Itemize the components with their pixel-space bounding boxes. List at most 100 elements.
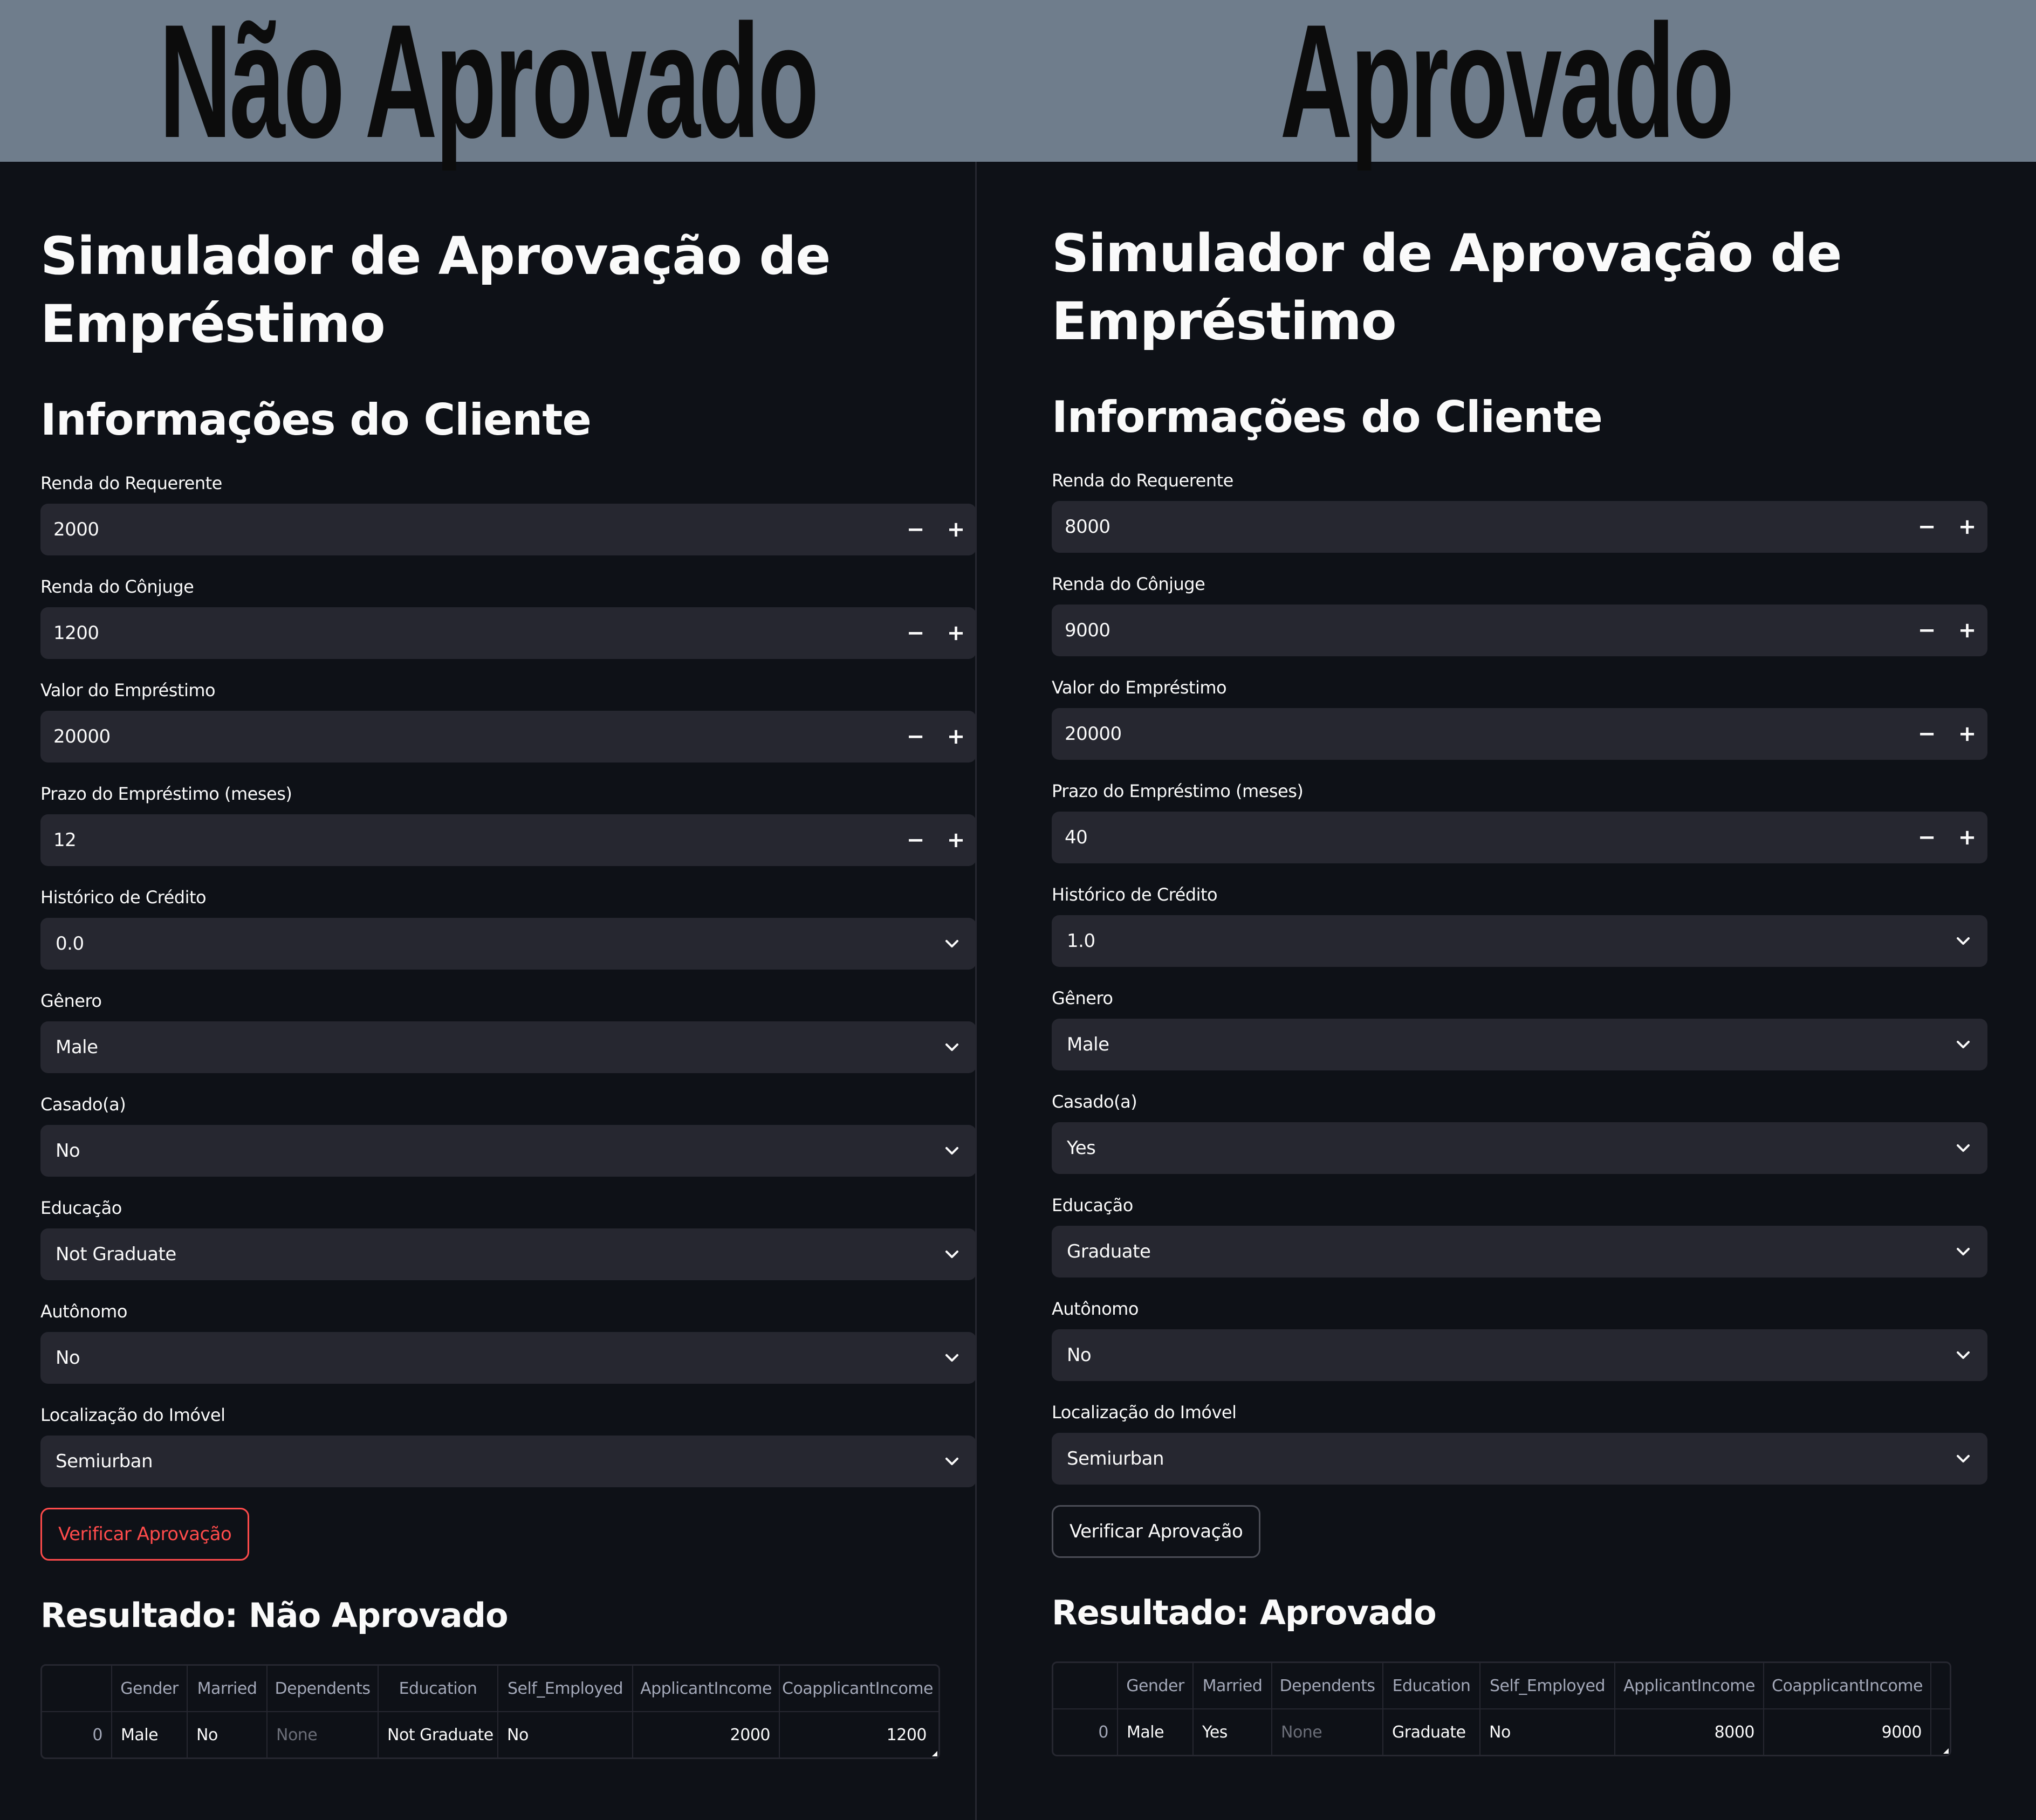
column-header[interactable]: Gender (112, 1666, 188, 1711)
resize-handle-icon[interactable] (932, 1751, 937, 1756)
coapplicant-income-input[interactable]: 1200 − + (40, 607, 976, 659)
chevron-down-icon[interactable] (1939, 1433, 1987, 1485)
loan-amount-input[interactable]: 20000 − + (40, 711, 976, 763)
credit-history-select[interactable]: 0.0 (40, 918, 976, 970)
chevron-down-icon[interactable] (928, 1125, 976, 1177)
field-value[interactable]: 20000 (1052, 723, 1907, 745)
verify-approval-button[interactable]: Verificar Aprovação (1052, 1505, 1261, 1558)
field-value[interactable]: 40 (1052, 827, 1907, 848)
loan-term-input[interactable]: 12 − + (40, 814, 976, 866)
selected-value[interactable]: Semiurban (1052, 1448, 1939, 1469)
field-label: Autônomo (1052, 1299, 1139, 1319)
selected-value[interactable]: Not Graduate (40, 1244, 928, 1265)
row-index: 0 (1053, 1709, 1118, 1755)
increment-button[interactable]: + (936, 607, 976, 659)
self-employed-select[interactable]: No (40, 1332, 976, 1384)
chevron-down-icon[interactable] (928, 1332, 976, 1384)
decrement-button[interactable]: − (1907, 501, 1947, 553)
result-dataframe[interactable]: Gender Married Dependents Education Self… (1052, 1661, 1951, 1756)
section-title: Informações do Cliente (1052, 392, 1603, 442)
panel-approved: Simulador de Aprovação de Empréstimo Inf… (1052, 159, 1987, 1756)
decrement-button[interactable]: − (895, 711, 936, 763)
table-cell: No (188, 1712, 268, 1757)
credit-history-select[interactable]: 1.0 (1052, 915, 1987, 967)
chevron-down-icon[interactable] (928, 1228, 976, 1280)
field-label: Prazo do Empréstimo (meses) (40, 784, 292, 804)
increment-button[interactable]: + (936, 711, 976, 763)
loan-term-input[interactable]: 40 − + (1052, 812, 1987, 863)
decrement-button[interactable]: − (1907, 605, 1947, 656)
table-cell: None (268, 1712, 379, 1757)
field-value[interactable]: 12 (40, 829, 895, 851)
table-row[interactable]: 0 Male Yes None Graduate No 8000 9000 (1053, 1709, 1950, 1755)
selected-value[interactable]: Semiurban (40, 1451, 928, 1472)
column-header[interactable]: Dependents (1272, 1663, 1383, 1708)
column-header[interactable]: CoapplicantIncome (780, 1666, 935, 1711)
chevron-down-icon[interactable] (1939, 1122, 1987, 1174)
chevron-down-icon[interactable] (928, 1436, 976, 1487)
column-header[interactable]: Education (1383, 1663, 1480, 1708)
married-select[interactable]: Yes (1052, 1122, 1987, 1174)
column-header[interactable]: CoapplicantIncome (1764, 1663, 1931, 1708)
loan-amount-input[interactable]: 20000 − + (1052, 708, 1987, 760)
property-area-select[interactable]: Semiurban (1052, 1433, 1987, 1485)
chevron-down-icon[interactable] (1939, 1329, 1987, 1381)
increment-button[interactable]: + (1947, 812, 1987, 863)
section-title: Informações do Cliente (40, 395, 592, 445)
field-value[interactable]: 9000 (1052, 620, 1907, 641)
selected-value[interactable]: No (1052, 1344, 1939, 1366)
decrement-button[interactable]: − (895, 504, 936, 555)
result-dataframe[interactable]: Gender Married Dependents Education Self… (40, 1664, 940, 1759)
field-value[interactable]: 1200 (40, 622, 895, 644)
increment-button[interactable]: + (1947, 605, 1987, 656)
decrement-button[interactable]: − (895, 607, 936, 659)
self-employed-select[interactable]: No (1052, 1329, 1987, 1381)
selected-value[interactable]: 1.0 (1052, 930, 1939, 952)
gender-select[interactable]: Male (40, 1021, 976, 1073)
table-row[interactable]: 0 Male No None Not Graduate No 2000 1200 (42, 1712, 938, 1757)
column-header[interactable]: Married (1194, 1663, 1272, 1708)
column-header[interactable]: ApplicantIncome (633, 1666, 780, 1711)
column-header[interactable]: Self_Employed (1480, 1663, 1615, 1708)
increment-button[interactable]: + (936, 504, 976, 555)
chevron-down-icon[interactable] (1939, 915, 1987, 967)
chevron-down-icon[interactable] (928, 1021, 976, 1073)
column-header[interactable]: ApplicantIncome (1615, 1663, 1764, 1708)
field-applicant-income: Renda do Requerente 2000 − + (40, 472, 976, 555)
selected-value[interactable]: Male (40, 1036, 928, 1058)
resize-handle-icon[interactable] (1943, 1748, 1949, 1754)
chevron-down-icon[interactable] (928, 918, 976, 970)
increment-button[interactable]: + (936, 814, 976, 866)
education-select[interactable]: Graduate (1052, 1226, 1987, 1278)
field-education: Educação Not Graduate (40, 1197, 976, 1280)
column-header[interactable]: Married (188, 1666, 268, 1711)
selected-value[interactable]: No (40, 1347, 928, 1369)
decrement-button[interactable]: − (895, 814, 936, 866)
column-header[interactable]: Education (379, 1666, 498, 1711)
married-select[interactable]: No (40, 1125, 976, 1177)
field-value[interactable]: 2000 (40, 519, 895, 540)
education-select[interactable]: Not Graduate (40, 1228, 976, 1280)
column-header[interactable]: Dependents (268, 1666, 379, 1711)
decrement-button[interactable]: − (1907, 708, 1947, 760)
column-header[interactable]: Self_Employed (498, 1666, 633, 1711)
gender-select[interactable]: Male (1052, 1019, 1987, 1070)
coapplicant-income-input[interactable]: 9000 − + (1052, 605, 1987, 656)
chevron-down-icon[interactable] (1939, 1019, 1987, 1070)
verify-approval-button[interactable]: Verificar Aprovação (40, 1508, 250, 1561)
selected-value[interactable]: 0.0 (40, 933, 928, 954)
selected-value[interactable]: Graduate (1052, 1241, 1939, 1262)
increment-button[interactable]: + (1947, 708, 1987, 760)
property-area-select[interactable]: Semiurban (40, 1436, 976, 1487)
decrement-button[interactable]: − (1907, 812, 1947, 863)
increment-button[interactable]: + (1947, 501, 1987, 553)
applicant-income-input[interactable]: 2000 − + (40, 504, 976, 555)
chevron-down-icon[interactable] (1939, 1226, 1987, 1278)
field-value[interactable]: 20000 (40, 726, 895, 747)
selected-value[interactable]: Yes (1052, 1137, 1939, 1159)
applicant-income-input[interactable]: 8000 − + (1052, 501, 1987, 553)
selected-value[interactable]: No (40, 1140, 928, 1162)
selected-value[interactable]: Male (1052, 1034, 1939, 1055)
column-header[interactable]: Gender (1118, 1663, 1194, 1708)
field-value[interactable]: 8000 (1052, 516, 1907, 538)
